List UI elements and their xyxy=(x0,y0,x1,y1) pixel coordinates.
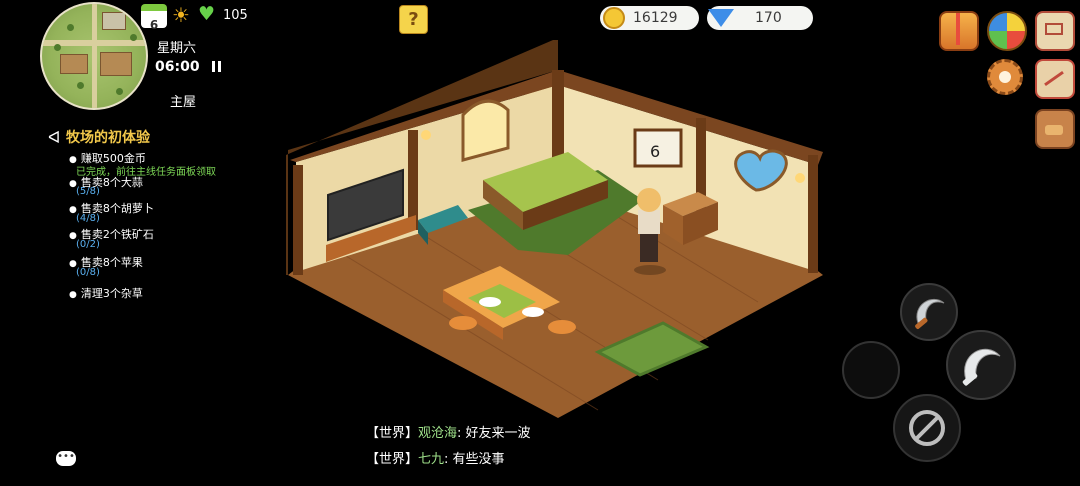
heart-energy-icon: ♥ xyxy=(198,3,216,25)
minimap-tree xyxy=(54,44,61,51)
gift-box-icon[interactable] xyxy=(939,11,979,51)
day-calendar-icon: 6 xyxy=(141,4,167,32)
minimap-field xyxy=(60,54,88,74)
minimap-path xyxy=(92,4,97,108)
quest-item-progress: (0/2) xyxy=(76,239,100,250)
gem-value: 170 xyxy=(755,10,782,26)
minimap-tree xyxy=(130,34,137,41)
cancel-button[interactable] xyxy=(893,394,961,462)
sickle-icon xyxy=(915,298,945,329)
chat-message: 有些没事 xyxy=(452,452,505,467)
quest-item-progress: (0/8) xyxy=(76,267,100,278)
quest-item[interactable]: ● 清理3个杂草 xyxy=(69,285,143,301)
cancel-icon xyxy=(909,410,945,446)
plate xyxy=(522,307,544,317)
coin-counter[interactable]: 16129 xyxy=(600,6,699,30)
day-number: 6 xyxy=(149,18,159,32)
minimap-tree xyxy=(67,24,74,31)
sun-weather-icon: ☀ xyxy=(172,3,190,27)
coin-icon xyxy=(603,7,625,29)
chat-channel: 【世界】 xyxy=(366,426,419,441)
chat-line[interactable]: 【世界】观沧海: 好友来一波 xyxy=(366,422,531,441)
room-scene[interactable]: 6 xyxy=(268,40,828,420)
sickle-icon xyxy=(962,348,1001,386)
location-label: 主屋 xyxy=(170,95,197,110)
chat-message: 好友来一波 xyxy=(465,426,531,441)
quest-item-label: 清理3个杂草 xyxy=(80,287,143,300)
mail-scroll-icon[interactable] xyxy=(1035,11,1075,51)
map-icon[interactable] xyxy=(1035,59,1075,99)
weekday-label: 星期六 xyxy=(157,41,197,56)
lucky-wheel-icon[interactable] xyxy=(987,11,1027,51)
chat-bubble-icon[interactable]: ••• xyxy=(56,451,76,466)
stool xyxy=(548,320,576,334)
pause-icon[interactable] xyxy=(212,61,224,72)
minimap-house xyxy=(102,12,126,30)
empty-slot[interactable] xyxy=(842,341,900,399)
quest-item-progress: (4/8) xyxy=(76,213,100,224)
gem-counter[interactable]: 170 xyxy=(707,6,813,30)
quest-item-progress: (5/8) xyxy=(76,186,100,197)
minimap[interactable] xyxy=(40,2,148,110)
chat-channel: 【世界】 xyxy=(366,452,419,467)
backpack-icon[interactable] xyxy=(1035,109,1075,149)
wall-calendar-day: 6 xyxy=(650,142,660,161)
time-label: 06:00 xyxy=(155,59,200,75)
quest-title[interactable]: 牧场的初体验 xyxy=(66,127,150,147)
collapse-quest-icon[interactable]: ᐊ xyxy=(48,128,60,147)
diamond-icon xyxy=(708,9,734,27)
chat-player-name[interactable]: 观沧海 xyxy=(418,426,457,441)
chat-line[interactable]: 【世界】七九: 有些没事 xyxy=(366,448,505,467)
window xyxy=(461,99,510,162)
minimap-tree xyxy=(77,82,84,89)
main-action-button[interactable] xyxy=(946,330,1016,400)
stool xyxy=(449,316,477,330)
wall-lamp xyxy=(795,173,805,183)
energy-value: 105 xyxy=(223,8,248,23)
minimap-field xyxy=(100,52,132,76)
coin-value: 16129 xyxy=(633,10,678,26)
minimap-tree xyxy=(116,88,123,95)
help-button[interactable]: ? xyxy=(399,5,428,34)
settings-gear-icon[interactable] xyxy=(987,59,1023,95)
plate xyxy=(479,297,501,307)
chat-player-name[interactable]: 七九 xyxy=(418,452,444,467)
wall-lamp xyxy=(421,130,431,140)
